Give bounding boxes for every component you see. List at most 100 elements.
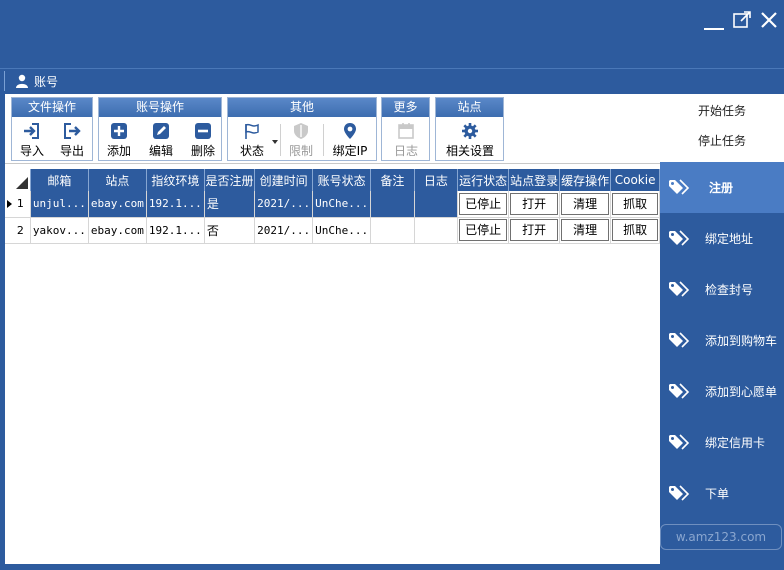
group-title: 账号操作 — [99, 98, 221, 117]
tag-icon — [669, 485, 690, 501]
cell-email[interactable]: yakov... — [30, 217, 89, 244]
cell-log[interactable] — [414, 191, 459, 218]
site-group: 站点 相关设置 — [435, 97, 504, 161]
minimize-button[interactable] — [703, 10, 725, 32]
cell-site[interactable]: ebay.com — [88, 217, 147, 244]
nav-item-place-order[interactable]: 下单 — [660, 468, 784, 519]
site-settings-button[interactable]: 相关设置 — [439, 120, 501, 160]
cell-log[interactable] — [414, 217, 459, 244]
clear-cache-button[interactable]: 清理 — [561, 192, 610, 215]
add-button[interactable]: 添加 — [101, 120, 137, 160]
delete-icon — [195, 123, 211, 139]
nav-item-check-ban[interactable]: 检查封号 — [660, 264, 784, 315]
start-task-button[interactable]: 开始任务 — [660, 102, 784, 119]
location-pin-icon — [344, 123, 356, 139]
nav-item-register[interactable]: 注册 — [660, 162, 784, 213]
column-header-fingerprint[interactable]: 指纹环境 — [146, 169, 205, 191]
tab-separator — [4, 71, 5, 91]
account-ops-group: 账号操作 添加 编辑 删除 — [98, 97, 222, 161]
divider — [280, 124, 281, 156]
column-header-registered[interactable]: 是否注册 — [204, 169, 256, 191]
cell-site-login: 打开 — [508, 191, 561, 218]
nav-item-bind-credit-card[interactable]: 绑定信用卡 — [660, 417, 784, 468]
run-status-button[interactable]: 已停止 — [459, 192, 508, 215]
cell-note[interactable] — [370, 191, 415, 218]
cell-created[interactable]: 2021/... — [254, 217, 314, 244]
user-icon — [16, 74, 28, 88]
group-title: 站点 — [436, 98, 503, 117]
tag-icon — [669, 281, 690, 297]
cell-site-login: 打开 — [508, 217, 561, 244]
table-row[interactable]: 2 yakov... ebay.com 192.1... 否 2021/... … — [5, 217, 660, 244]
status-dropdown-button[interactable]: 状态 — [232, 120, 278, 160]
column-header-status[interactable]: 账号状态 — [312, 169, 372, 191]
more-group: 更多 日志 — [381, 97, 430, 161]
maximize-button[interactable] — [731, 10, 753, 32]
column-header-cache-ops[interactable]: 缓存操作 — [559, 169, 612, 191]
cell-status[interactable]: UnChe... — [312, 217, 372, 244]
close-icon — [761, 12, 777, 28]
nav-item-bind-address[interactable]: 绑定地址 — [660, 213, 784, 264]
cell-fingerprint[interactable]: 192.1... — [146, 191, 205, 218]
cell-registered[interactable]: 否 — [204, 217, 256, 244]
cell-note[interactable] — [370, 217, 415, 244]
main-panel: 文件操作 导入 导出 账号操作 添加 编辑 删除 其他 状态 限制 绑定IP 更… — [5, 94, 660, 564]
flag-icon — [245, 123, 259, 139]
shield-icon — [294, 123, 308, 139]
cell-fingerprint[interactable]: 192.1... — [146, 217, 205, 244]
cell-email[interactable]: unjul... — [30, 191, 89, 218]
grab-cookie-button[interactable]: 抓取 — [612, 192, 658, 215]
column-header-created[interactable]: 创建时间 — [254, 169, 314, 191]
column-header-email[interactable]: 邮箱 — [30, 169, 89, 191]
column-header-log[interactable]: 日志 — [414, 169, 459, 191]
open-site-button[interactable]: 打开 — [510, 219, 559, 241]
table-row[interactable]: 1 unjul... ebay.com 192.1... 是 2021/... … — [5, 191, 660, 218]
nav-item-add-to-wishlist[interactable]: 添加到心愿单 — [660, 366, 784, 417]
clear-cache-button[interactable]: 清理 — [561, 219, 610, 241]
task-side-panel: 开始任务 停止任务 注册 绑定地址 检查封号 添加到购物车 添加到心愿单 绑定信… — [660, 94, 784, 564]
close-button[interactable] — [758, 10, 780, 32]
ribbon-toolbar: 文件操作 导入 导出 账号操作 添加 编辑 删除 其他 状态 限制 绑定IP 更… — [5, 94, 660, 164]
open-site-button[interactable]: 打开 — [510, 192, 559, 215]
row-header[interactable]: 2 — [5, 217, 31, 244]
column-header-cookie[interactable]: Cookie — [610, 169, 660, 191]
accounts-grid: 邮箱 站点 指纹环境 是否注册 创建时间 账号状态 备注 日志 运行状态 站点登… — [5, 169, 660, 244]
account-tab-label[interactable]: 账号 — [34, 73, 58, 90]
column-header-site-login[interactable]: 站点登录 — [508, 169, 561, 191]
log-button[interactable]: 日志 — [386, 120, 426, 160]
gear-icon — [462, 123, 478, 139]
divider — [323, 124, 324, 156]
other-ops-group: 其他 状态 限制 绑定IP — [227, 97, 377, 161]
column-header-site[interactable]: 站点 — [88, 169, 147, 191]
cell-cache: 清理 — [559, 217, 612, 244]
stop-task-button[interactable]: 停止任务 — [660, 132, 784, 149]
tag-icon — [669, 434, 690, 450]
column-header-note[interactable]: 备注 — [370, 169, 415, 191]
nav-item-add-to-cart[interactable]: 添加到购物车 — [660, 315, 784, 366]
add-icon — [111, 123, 127, 139]
column-header-run-status[interactable]: 运行状态 — [457, 169, 510, 191]
delete-button[interactable]: 删除 — [185, 120, 221, 160]
bind-ip-button[interactable]: 绑定IP — [326, 120, 374, 160]
grid-corner[interactable] — [5, 169, 31, 191]
export-button[interactable]: 导出 — [54, 120, 90, 160]
limit-button[interactable]: 限制 — [283, 120, 319, 160]
grab-cookie-button[interactable]: 抓取 — [612, 219, 658, 241]
cell-registered[interactable]: 是 — [204, 191, 256, 218]
tag-icon — [669, 179, 690, 195]
group-title: 文件操作 — [12, 98, 92, 117]
row-header[interactable]: 1 — [5, 191, 31, 218]
cell-run-status: 已停止 — [457, 217, 510, 244]
run-status-button[interactable]: 已停止 — [459, 219, 508, 241]
cell-created[interactable]: 2021/... — [254, 191, 314, 218]
cell-cookie: 抓取 — [610, 191, 660, 218]
cell-status[interactable]: UnChe... — [312, 191, 372, 218]
cell-run-status: 已停止 — [457, 191, 510, 218]
cell-site[interactable]: ebay.com — [88, 191, 147, 218]
import-button[interactable]: 导入 — [14, 120, 50, 160]
edit-icon — [153, 123, 169, 139]
edit-button[interactable]: 编辑 — [143, 120, 179, 160]
cell-cookie: 抓取 — [610, 217, 660, 244]
cell-cache: 清理 — [559, 191, 612, 218]
calendar-icon — [398, 123, 414, 139]
